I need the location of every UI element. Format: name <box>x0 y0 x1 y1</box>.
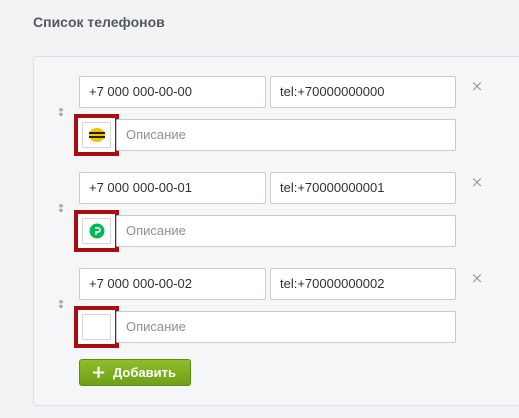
phone-number-input[interactable]: +7 000 000-00-00 <box>79 76 266 108</box>
operator-icon-picker[interactable] <box>82 218 111 244</box>
drag-handle-icon[interactable]: ↕ <box>55 202 67 216</box>
operator-icon-highlight <box>74 114 119 156</box>
description-input[interactable]: Описание <box>116 311 456 343</box>
phone-row: ↕ +7 000 000-00-02 tel:+70000000002 × Оп… <box>0 268 519 350</box>
phone-number-input[interactable]: +7 000 000-00-01 <box>79 172 266 204</box>
phone-number-input[interactable]: +7 000 000-00-02 <box>79 268 266 300</box>
plus-icon: + <box>91 362 107 383</box>
remove-phone-icon[interactable]: × <box>469 174 485 190</box>
phone-link-input[interactable]: tel:+70000000000 <box>270 76 456 108</box>
megafon-logo-icon <box>89 223 105 239</box>
phone-link-input[interactable]: tel:+70000000002 <box>270 268 456 300</box>
operator-icon-picker[interactable] <box>82 314 111 340</box>
add-phone-button[interactable]: + Добавить <box>79 359 191 386</box>
drag-handle-icon[interactable]: ↕ <box>55 106 67 120</box>
phone-row: ↕ +7 000 000-00-00 tel:+70000000000 × Оп… <box>0 76 519 158</box>
drag-handle-icon[interactable]: ↕ <box>55 298 67 312</box>
remove-phone-icon[interactable]: × <box>469 270 485 286</box>
operator-icon-highlight <box>74 210 119 252</box>
section-title: Список телефонов <box>33 14 165 30</box>
add-phone-button-label: Добавить <box>113 365 176 380</box>
description-input[interactable]: Описание <box>116 119 456 151</box>
description-input[interactable]: Описание <box>116 215 456 247</box>
beeline-logo-icon <box>89 128 105 142</box>
operator-icon-highlight <box>74 306 119 348</box>
remove-phone-icon[interactable]: × <box>469 78 485 94</box>
phone-row: ↕ +7 000 000-00-01 tel:+70000000001 × Оп… <box>0 172 519 254</box>
phone-link-input[interactable]: tel:+70000000001 <box>270 172 456 204</box>
operator-icon-picker[interactable] <box>82 122 111 148</box>
phone-list-page: Список телефонов ↕ +7 000 000-00-00 tel:… <box>0 0 519 418</box>
